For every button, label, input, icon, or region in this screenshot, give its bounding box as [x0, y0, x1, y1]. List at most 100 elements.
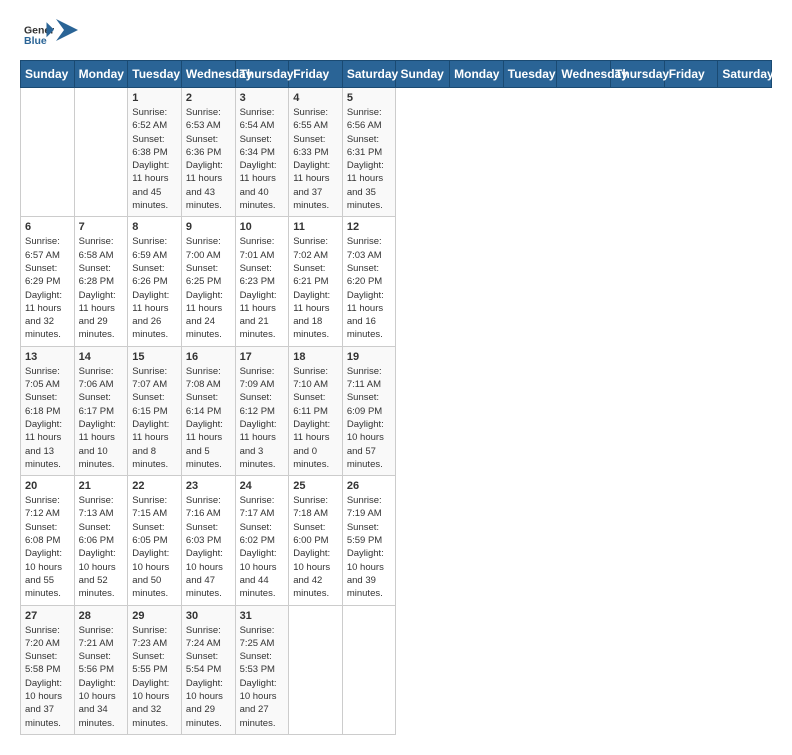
day-number: 15 [132, 351, 177, 363]
calendar-cell: 5Sunrise: 6:56 AM Sunset: 6:31 PM Daylig… [342, 88, 396, 217]
day-number: 23 [186, 480, 231, 492]
calendar-cell: 1 Sunrise: 6:52 AM Sunset: 6:38 PM Daylig… [128, 88, 182, 217]
day-info: Sunrise: 6:58 AM Sunset: 6:28 PM Dayligh… [79, 235, 124, 341]
day-info: Sunrise: 7:11 AM Sunset: 6:09 PM Dayligh… [347, 365, 392, 471]
day-info: Sunrise: 6:54 AM Sunset: 6:34 PM Dayligh… [240, 106, 285, 212]
calendar-cell: 3 Sunrise: 6:54 AM Sunset: 6:34 PM Daylig… [235, 88, 289, 217]
day-info: Sunrise: 6:59 AM Sunset: 6:26 PM Dayligh… [132, 235, 177, 341]
day-number: 5 [347, 92, 392, 104]
day-number: 25 [293, 480, 338, 492]
calendar-table: SundayMondayTuesdayWednesdayThursdayFrid… [20, 60, 772, 735]
day-info: Sunrise: 7:09 AM Sunset: 6:12 PM Dayligh… [240, 365, 285, 471]
header-tuesday: Tuesday [128, 61, 182, 88]
header-friday: Friday [289, 61, 343, 88]
calendar-cell: 31Sunrise: 7:25 AM Sunset: 5:53 PM Dayli… [235, 605, 289, 734]
day-info: Sunrise: 6:52 AM Sunset: 6:38 PM Dayligh… [132, 106, 177, 212]
calendar-week-row: 20Sunrise: 7:12 AM Sunset: 6:08 PM Dayli… [21, 476, 772, 605]
day-info: Sunrise: 7:13 AM Sunset: 6:06 PM Dayligh… [79, 494, 124, 600]
page-header: General Blue [20, 20, 772, 50]
header-friday: Friday [664, 61, 718, 88]
day-info: Sunrise: 7:21 AM Sunset: 5:56 PM Dayligh… [79, 624, 124, 730]
day-number: 19 [347, 351, 392, 363]
day-number: 9 [186, 221, 231, 233]
calendar-cell: 13 Sunrise: 7:05 AM Sunset: 6:18 PM Dayli… [21, 346, 75, 475]
logo-icon: General Blue [24, 20, 54, 50]
header-saturday: Saturday [342, 61, 396, 88]
header-sunday: Sunday [21, 61, 75, 88]
header-monday: Monday [450, 61, 504, 88]
calendar-cell: 8Sunrise: 6:59 AM Sunset: 6:26 PM Daylig… [128, 217, 182, 346]
day-number: 22 [132, 480, 177, 492]
calendar-cell: 24Sunrise: 7:17 AM Sunset: 6:02 PM Dayli… [235, 476, 289, 605]
day-number: 4 [293, 92, 338, 104]
calendar-header-row: SundayMondayTuesdayWednesdayThursdayFrid… [21, 61, 772, 88]
calendar-week-row: 27 Sunrise: 7:20 AM Sunset: 5:58 PM Dayli… [21, 605, 772, 734]
day-info: Sunrise: 7:05 AM Sunset: 6:18 PM Dayligh… [25, 365, 70, 471]
calendar-cell: 2 Sunrise: 6:53 AM Sunset: 6:36 PM Daylig… [181, 88, 235, 217]
day-info: Sunrise: 7:20 AM Sunset: 5:58 PM Dayligh… [25, 624, 70, 730]
day-number: 24 [240, 480, 285, 492]
calendar-cell: 16 Sunrise: 7:08 AM Sunset: 6:14 PM Dayli… [181, 346, 235, 475]
calendar-cell: 4 Sunrise: 6:55 AM Sunset: 6:33 PM Daylig… [289, 88, 343, 217]
logo-arrow-icon [56, 19, 78, 41]
day-number: 10 [240, 221, 285, 233]
day-number: 3 [240, 92, 285, 104]
day-number: 27 [25, 610, 70, 622]
day-info: Sunrise: 6:53 AM Sunset: 6:36 PM Dayligh… [186, 106, 231, 212]
day-info: Sunrise: 7:00 AM Sunset: 6:25 PM Dayligh… [186, 235, 231, 341]
day-info: Sunrise: 6:55 AM Sunset: 6:33 PM Dayligh… [293, 106, 338, 212]
calendar-cell: 6 Sunrise: 6:57 AM Sunset: 6:29 PM Daylig… [21, 217, 75, 346]
calendar-cell: 15 Sunrise: 7:07 AM Sunset: 6:15 PM Dayli… [128, 346, 182, 475]
day-info: Sunrise: 7:18 AM Sunset: 6:00 PM Dayligh… [293, 494, 338, 600]
day-number: 29 [132, 610, 177, 622]
calendar-cell: 27 Sunrise: 7:20 AM Sunset: 5:58 PM Dayli… [21, 605, 75, 734]
day-number: 14 [79, 351, 124, 363]
day-number: 30 [186, 610, 231, 622]
day-info: Sunrise: 7:16 AM Sunset: 6:03 PM Dayligh… [186, 494, 231, 600]
calendar-cell: 20Sunrise: 7:12 AM Sunset: 6:08 PM Dayli… [21, 476, 75, 605]
calendar-cell: 28 Sunrise: 7:21 AM Sunset: 5:56 PM Dayli… [74, 605, 128, 734]
calendar-cell: 18 Sunrise: 7:10 AM Sunset: 6:11 PM Dayli… [289, 346, 343, 475]
day-info: Sunrise: 7:06 AM Sunset: 6:17 PM Dayligh… [79, 365, 124, 471]
day-info: Sunrise: 7:10 AM Sunset: 6:11 PM Dayligh… [293, 365, 338, 471]
day-number: 12 [347, 221, 392, 233]
calendar-cell [289, 605, 343, 734]
calendar-cell [74, 88, 128, 217]
calendar-cell: 21Sunrise: 7:13 AM Sunset: 6:06 PM Dayli… [74, 476, 128, 605]
calendar-cell: 14 Sunrise: 7:06 AM Sunset: 6:17 PM Dayli… [74, 346, 128, 475]
calendar-cell [21, 88, 75, 217]
day-number: 16 [186, 351, 231, 363]
day-number: 11 [293, 221, 338, 233]
day-number: 31 [240, 610, 285, 622]
day-info: Sunrise: 7:15 AM Sunset: 6:05 PM Dayligh… [132, 494, 177, 600]
logo: General Blue [20, 20, 78, 50]
calendar-week-row: 1 Sunrise: 6:52 AM Sunset: 6:38 PM Daylig… [21, 88, 772, 217]
calendar-week-row: 13 Sunrise: 7:05 AM Sunset: 6:18 PM Dayli… [21, 346, 772, 475]
day-number: 6 [25, 221, 70, 233]
day-number: 2 [186, 92, 231, 104]
day-info: Sunrise: 7:07 AM Sunset: 6:15 PM Dayligh… [132, 365, 177, 471]
header-wednesday: Wednesday [181, 61, 235, 88]
header-thursday: Thursday [235, 61, 289, 88]
calendar-week-row: 6 Sunrise: 6:57 AM Sunset: 6:29 PM Daylig… [21, 217, 772, 346]
day-number: 13 [25, 351, 70, 363]
day-number: 28 [79, 610, 124, 622]
day-info: Sunrise: 7:03 AM Sunset: 6:20 PM Dayligh… [347, 235, 392, 341]
day-info: Sunrise: 6:57 AM Sunset: 6:29 PM Dayligh… [25, 235, 70, 341]
calendar-cell: 30Sunrise: 7:24 AM Sunset: 5:54 PM Dayli… [181, 605, 235, 734]
calendar-cell: 17Sunrise: 7:09 AM Sunset: 6:12 PM Dayli… [235, 346, 289, 475]
day-info: Sunrise: 7:08 AM Sunset: 6:14 PM Dayligh… [186, 365, 231, 471]
calendar-cell: 12 Sunrise: 7:03 AM Sunset: 6:20 PM Dayli… [342, 217, 396, 346]
day-info: Sunrise: 7:19 AM Sunset: 5:59 PM Dayligh… [347, 494, 392, 600]
day-info: Sunrise: 7:01 AM Sunset: 6:23 PM Dayligh… [240, 235, 285, 341]
day-number: 18 [293, 351, 338, 363]
day-number: 1 [132, 92, 177, 104]
day-number: 7 [79, 221, 124, 233]
svg-text:Blue: Blue [24, 35, 47, 47]
header-monday: Monday [74, 61, 128, 88]
calendar-cell: 22 Sunrise: 7:15 AM Sunset: 6:05 PM Dayli… [128, 476, 182, 605]
day-number: 26 [347, 480, 392, 492]
calendar-cell [342, 605, 396, 734]
calendar-cell: 11Sunrise: 7:02 AM Sunset: 6:21 PM Dayli… [289, 217, 343, 346]
header-tuesday: Tuesday [503, 61, 557, 88]
